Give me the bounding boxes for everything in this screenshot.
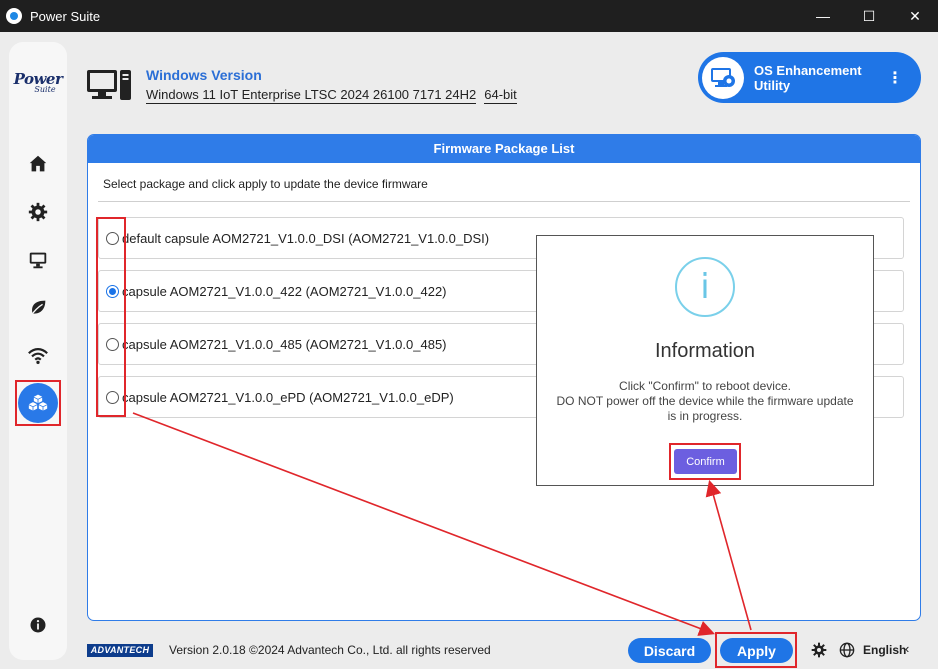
architecture-text: 64-bit bbox=[484, 87, 517, 104]
windows-version-value: Windows 11 IoT Enterprise LTSC 2024 2610… bbox=[146, 87, 517, 104]
package-radio[interactable] bbox=[106, 390, 119, 404]
package-label: default capsule AOM2721_V1.0.0_DSI (AOM2… bbox=[122, 230, 490, 246]
os-utility-label: OS Enhancement Utility bbox=[754, 62, 862, 93]
sidebar-item-home[interactable] bbox=[16, 142, 60, 186]
package-label: capsule AOM2721_V1.0.0_422 (AOM2721_V1.0… bbox=[122, 283, 447, 299]
settings-gear-icon[interactable] bbox=[811, 642, 827, 658]
language-selector[interactable]: English bbox=[863, 643, 906, 657]
info-icon bbox=[30, 617, 46, 633]
globe-icon[interactable] bbox=[839, 642, 855, 658]
title-bar: Power Suite — ☐ ✕ bbox=[0, 0, 938, 32]
os-utility-icon bbox=[702, 56, 744, 99]
confirm-button[interactable]: Confirm bbox=[674, 449, 737, 474]
divider bbox=[98, 201, 910, 202]
sidebar-item-display[interactable] bbox=[16, 238, 60, 282]
sidebar: Power Suite bbox=[9, 42, 67, 660]
dialog-message: Click "Confirm" to reboot device. DO NOT… bbox=[556, 379, 854, 423]
power-suite-logo: Power Suite bbox=[13, 70, 63, 94]
panel-description: Select package and click apply to update… bbox=[103, 177, 428, 191]
version-text: Version 2.0.18 ©2024 Advantech Co., Ltd.… bbox=[169, 643, 491, 657]
monitor-icon bbox=[29, 252, 47, 269]
maximize-button[interactable]: ☐ bbox=[846, 0, 892, 32]
package-label: capsule AOM2721_V1.0.0_ePD (AOM2721_V1.0… bbox=[122, 389, 454, 405]
package-radio[interactable] bbox=[106, 337, 119, 351]
minimize-button[interactable]: — bbox=[800, 0, 846, 32]
app-icon bbox=[6, 8, 22, 24]
os-enhancement-utility-button[interactable]: OS Enhancement Utility ⋮ bbox=[698, 52, 921, 103]
leaf-icon bbox=[30, 300, 46, 317]
wifi-icon bbox=[28, 348, 48, 365]
windows-version-text: Windows 11 IoT Enterprise LTSC 2024 2610… bbox=[146, 87, 477, 104]
window-title: Power Suite bbox=[30, 8, 101, 24]
sidebar-item-firmware[interactable] bbox=[16, 381, 60, 425]
more-menu-icon[interactable]: ⋮ bbox=[887, 68, 903, 88]
apply-button[interactable]: Apply bbox=[720, 638, 793, 663]
home-icon bbox=[29, 155, 47, 172]
package-radio[interactable] bbox=[106, 231, 119, 245]
sidebar-item-network[interactable] bbox=[16, 334, 60, 378]
sidebar-item-about[interactable] bbox=[16, 603, 60, 647]
information-dialog: i Information Click "Confirm" to reboot … bbox=[536, 235, 874, 486]
gear-icon bbox=[28, 202, 48, 222]
package-label: capsule AOM2721_V1.0.0_485 (AOM2721_V1.0… bbox=[122, 336, 447, 352]
windows-version-label: Windows Version bbox=[146, 67, 262, 83]
sidebar-item-settings[interactable] bbox=[16, 190, 60, 234]
info-circle-icon: i bbox=[675, 257, 735, 317]
chevron-left-icon[interactable]: ‹ bbox=[905, 641, 909, 656]
package-radio-selected[interactable] bbox=[106, 284, 119, 298]
window-controls: — ☐ ✕ bbox=[800, 0, 938, 32]
computer-icon bbox=[87, 70, 131, 100]
packages-icon bbox=[28, 394, 48, 411]
close-button[interactable]: ✕ bbox=[892, 0, 938, 32]
dialog-title: Information bbox=[654, 340, 756, 362]
advantech-logo: ADVANTECH bbox=[87, 644, 153, 657]
sidebar-item-power-saving[interactable] bbox=[16, 286, 60, 330]
panel-title: Firmware Package List bbox=[88, 135, 920, 163]
discard-button[interactable]: Discard bbox=[628, 638, 711, 663]
